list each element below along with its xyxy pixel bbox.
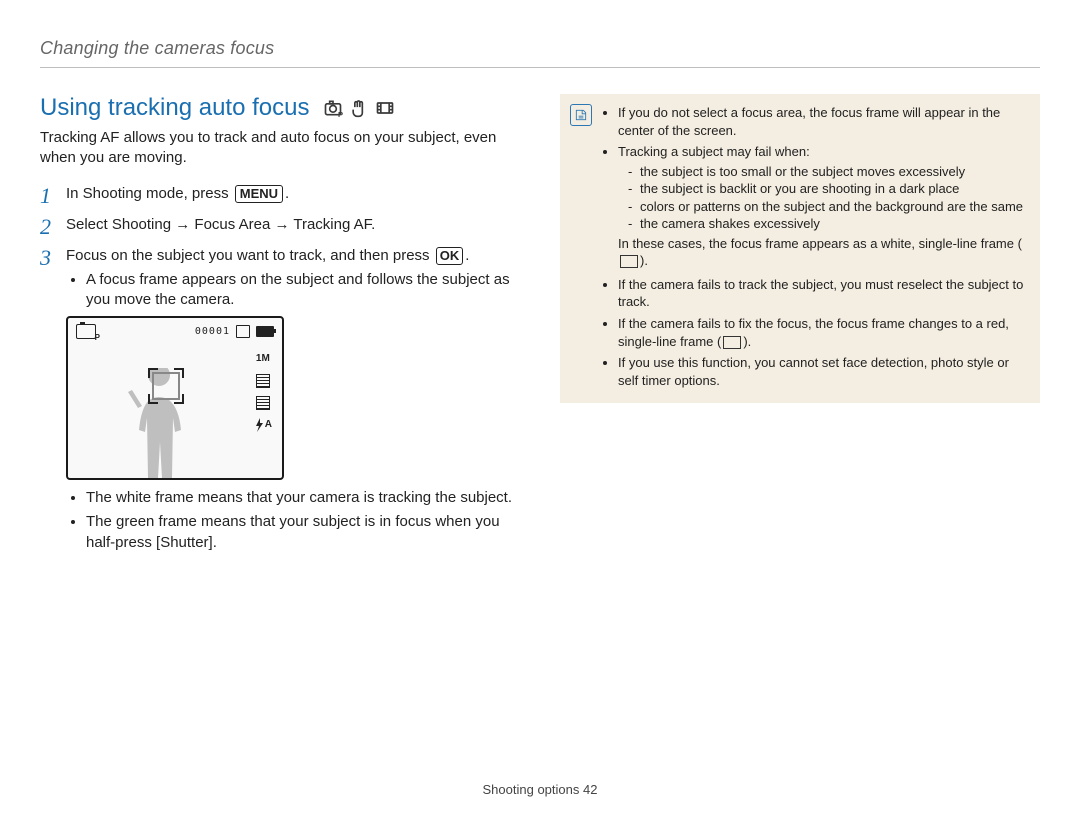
camera-p-icon: P bbox=[323, 98, 343, 118]
right-column: If you do not select a focus area, the f… bbox=[560, 94, 1040, 563]
focus-corner-tr bbox=[174, 368, 184, 378]
step-3: Focus on the subject you want to track, … bbox=[40, 245, 530, 553]
fail-conditions: the subject is too small or the subject … bbox=[618, 163, 1026, 233]
note-item-5: If you use this function, you cannot set… bbox=[618, 354, 1026, 389]
left-column: Using tracking auto focus P bbox=[40, 94, 530, 563]
resolution-label: 1M bbox=[256, 352, 270, 366]
flash-auto-icon: A bbox=[254, 418, 272, 432]
page-footer: Shooting options 42 bbox=[0, 782, 1080, 797]
breadcrumb: Changing the cameras focus bbox=[40, 38, 1040, 68]
metering-icon bbox=[256, 396, 270, 410]
red-single-frame-icon bbox=[723, 336, 741, 349]
step-3-bullet-2: The white frame means that your camera i… bbox=[86, 488, 530, 508]
flash-auto-label: A bbox=[265, 418, 272, 432]
footer-section: Shooting options bbox=[483, 782, 580, 797]
note-icon bbox=[570, 104, 592, 126]
white-single-frame-icon bbox=[620, 255, 638, 268]
fail-cond-3: colors or patterns on the subject and th… bbox=[628, 198, 1026, 216]
lcd-right-icons: 1M A bbox=[254, 352, 272, 432]
film-icon bbox=[375, 98, 395, 118]
fail-cond-1: the subject is too small or the subject … bbox=[628, 163, 1026, 181]
quality-icon bbox=[256, 374, 270, 388]
note-item-3: If the camera fails to track the subject… bbox=[618, 276, 1026, 311]
step-3-post: . bbox=[465, 247, 469, 264]
fail-cond-4: the camera shakes excessively bbox=[628, 215, 1026, 233]
steps-list: In Shooting mode, press MENU. Select Sho… bbox=[40, 183, 530, 553]
hand-icon bbox=[349, 98, 369, 118]
section-title-text: Using tracking auto focus bbox=[40, 94, 309, 122]
step-3-pre: Focus on the subject you want to track, … bbox=[66, 247, 434, 264]
note-item-1: If you do not select a focus area, the f… bbox=[618, 104, 1026, 139]
focus-corner-tl bbox=[148, 368, 158, 378]
step-3-bullet-1: A focus frame appears on the subject and… bbox=[86, 270, 530, 311]
note-box: If you do not select a focus area, the f… bbox=[560, 94, 1040, 403]
section-title: Using tracking auto focus P bbox=[40, 94, 530, 122]
intro-text: Tracking AF allows you to track and auto… bbox=[40, 128, 530, 169]
focus-frame bbox=[148, 368, 184, 404]
step-3-details: A focus frame appears on the subject and… bbox=[66, 270, 530, 311]
note-item-4-pre: If the camera fails to fix the focus, th… bbox=[618, 316, 1009, 349]
focus-corner-bl bbox=[148, 394, 158, 404]
step-3-details-after: The white frame means that your camera i… bbox=[66, 488, 530, 553]
step-2: Select Shooting → Focus Area → Tracking … bbox=[40, 214, 530, 235]
focus-corner-br bbox=[174, 394, 184, 404]
battery-icon bbox=[256, 326, 274, 337]
case-note-post: ). bbox=[640, 253, 648, 268]
step-2-text: Select Shooting → Focus Area → Tracking … bbox=[66, 216, 375, 233]
note-item-2: Tracking a subject may fail when: the su… bbox=[618, 143, 1026, 270]
content-columns: Using tracking auto focus P bbox=[40, 94, 1040, 563]
step-1-post: . bbox=[285, 185, 289, 202]
svg-text:P: P bbox=[338, 110, 343, 118]
ok-button-icon: OK bbox=[436, 247, 464, 265]
footer-page-number: 42 bbox=[583, 782, 597, 797]
mode-icons: P bbox=[323, 98, 395, 118]
camera-mode-icon bbox=[76, 324, 96, 339]
lcd-preview: 00001 1M A bbox=[66, 316, 284, 480]
step-1-pre: In Shooting mode, press bbox=[66, 185, 233, 202]
lcd-topright: 00001 bbox=[195, 324, 274, 339]
note-item-4-post: ). bbox=[743, 334, 751, 349]
case-note-pre: In these cases, the focus frame appears … bbox=[618, 236, 1022, 251]
note-item-2-text: Tracking a subject may fail when: bbox=[618, 144, 810, 159]
step-1: In Shooting mode, press MENU. bbox=[40, 183, 530, 204]
memory-card-icon bbox=[236, 325, 250, 338]
menu-button-icon: MENU bbox=[235, 185, 283, 203]
note-list: If you do not select a focus area, the f… bbox=[602, 104, 1026, 389]
case-note: In these cases, the focus frame appears … bbox=[618, 235, 1026, 270]
fail-cond-2: the subject is backlit or you are shooti… bbox=[628, 180, 1026, 198]
manual-page: Changing the cameras focus Using trackin… bbox=[0, 0, 1080, 815]
note-item-4: If the camera fails to fix the focus, th… bbox=[618, 315, 1026, 350]
lcd-topbar: 00001 bbox=[76, 324, 274, 339]
step-3-bullet-3: The green frame means that your subject … bbox=[86, 512, 530, 553]
shot-counter: 00001 bbox=[195, 325, 230, 339]
